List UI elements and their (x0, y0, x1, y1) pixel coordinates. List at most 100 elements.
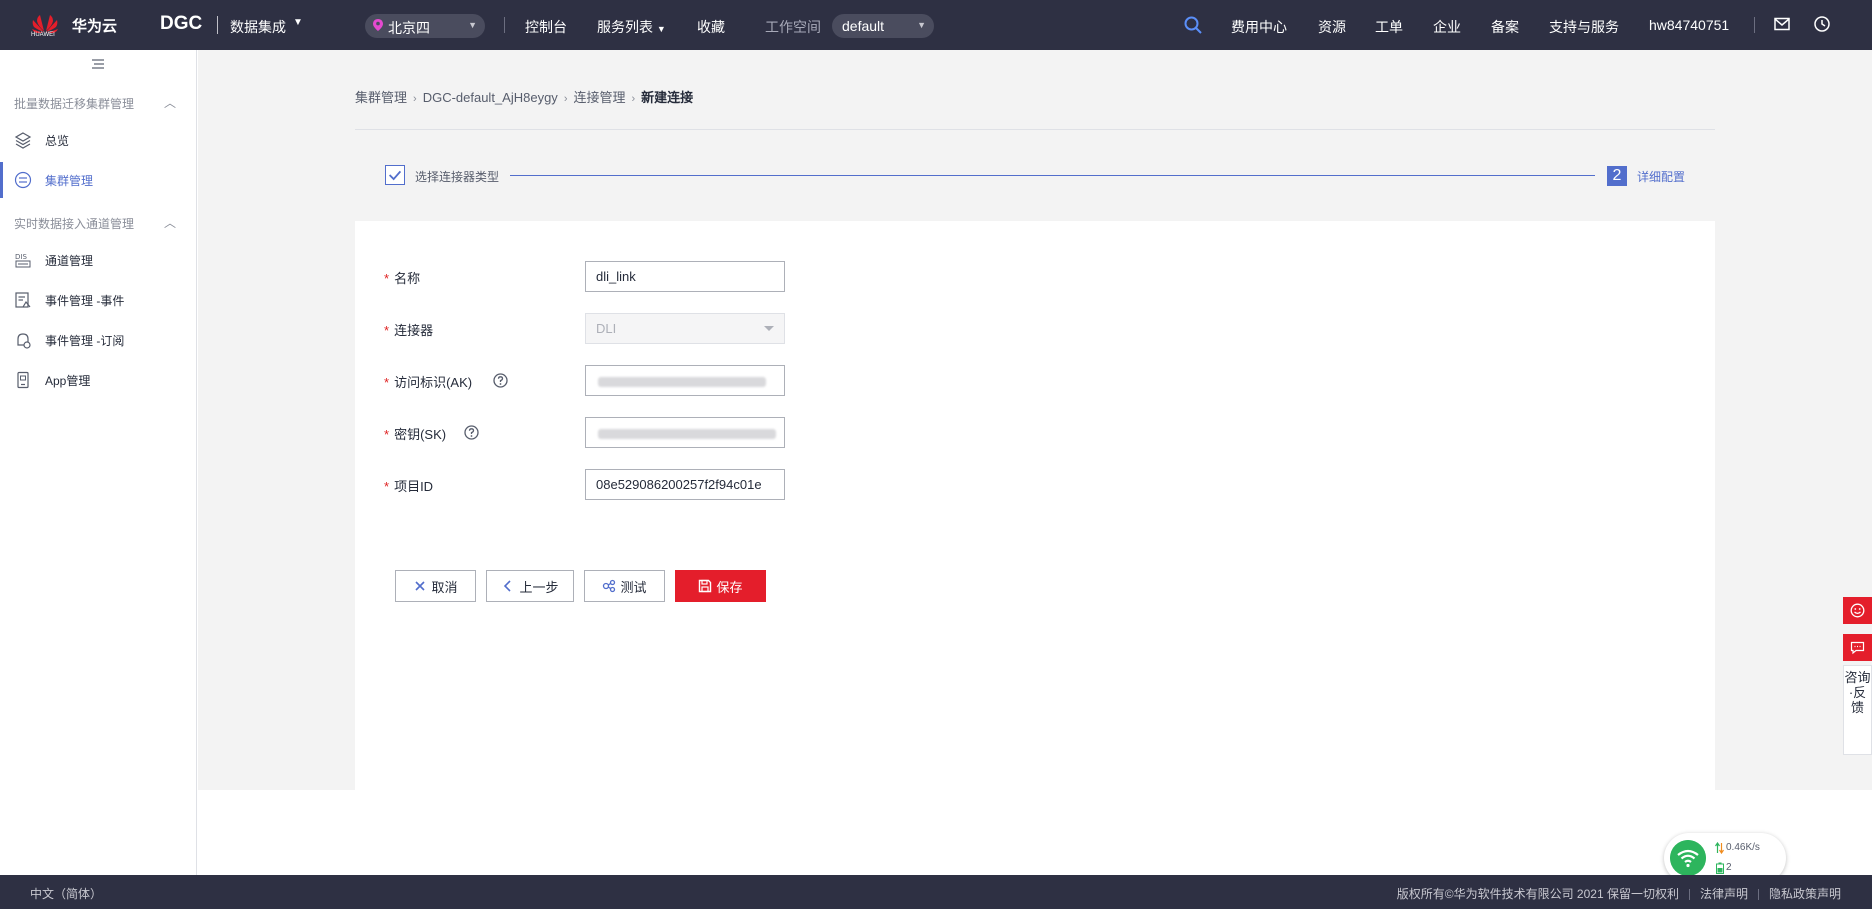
sidebar-item-cluster-management[interactable]: 集群管理 (0, 162, 196, 198)
step2-label: 详细配置 (1637, 170, 1686, 184)
workspace-selector[interactable]: default ▼ (832, 14, 934, 38)
smile-icon (1850, 603, 1865, 618)
ak-label: * 访问标识(AK) (384, 372, 472, 391)
menu-collapse-icon[interactable] (92, 59, 104, 69)
smile-service-button[interactable] (1843, 597, 1872, 624)
caret-down-icon[interactable]: ▼ (293, 17, 303, 28)
chat-service-button[interactable] (1843, 634, 1872, 661)
required-mark: * (384, 375, 390, 390)
breadcrumb-cluster-name[interactable]: DGC-default_AjH8eygy (423, 90, 558, 105)
footer-divider (1757, 889, 1759, 901)
chevron-up-icon[interactable]: ︿ (164, 94, 176, 111)
chat-bubble-icon (1850, 641, 1865, 655)
nav-service-list[interactable]: 服务列表 ▼ (597, 17, 666, 37)
save-button[interactable]: 保存 (675, 570, 766, 602)
region-selector[interactable]: 北京四 ▼ (365, 14, 485, 38)
step-indicator: 选择连接器类型 2 详细配置 (385, 165, 1690, 187)
nav-divider (1754, 17, 1755, 33)
chevron-right-icon: › (631, 93, 636, 105)
nav-console[interactable]: 控制台 (525, 17, 567, 37)
chevron-right-icon: › (413, 93, 417, 105)
save-disk-icon (699, 579, 712, 593)
top-navigation-bar: HUAWEI 华为云 DGC 数据集成 ▼ 北京四 ▼ 控制台 服务列表 ▼ 收… (0, 0, 1872, 50)
nav-enterprise[interactable]: 企业 (1433, 17, 1461, 37)
name-label: * 名称 (384, 268, 420, 287)
cancel-button-label: 取消 (431, 579, 458, 595)
network-count: 2 (1726, 862, 1732, 873)
layers-icon (14, 132, 32, 149)
event-list-icon (15, 292, 31, 308)
sidebar-item-app-management[interactable]: App管理 (0, 362, 196, 398)
caret-down-icon: ▼ (917, 20, 926, 30)
close-icon (415, 581, 426, 591)
step-complete-check-icon (385, 165, 405, 185)
nav-icp[interactable]: 备案 (1491, 17, 1519, 37)
legal-link[interactable]: 法律声明 (1700, 885, 1748, 902)
chevron-up-icon[interactable]: ︿ (164, 214, 176, 231)
connector-value: DLI (596, 321, 617, 336)
sidebar: 批量数据迁移集群管理 ︿ 总览 集群管理 实时数据接入通道管理 ︿ DIS 通道… (0, 50, 197, 875)
mobile-app-icon (17, 371, 29, 389)
nav-favorites[interactable]: 收藏 (697, 17, 725, 37)
nav-billing-center[interactable]: 费用中心 (1231, 17, 1287, 37)
sidebar-item-overview[interactable]: 总览 (0, 122, 196, 158)
breadcrumb-link-management[interactable]: 连接管理 (573, 87, 625, 106)
sidebar-group-batch-migration[interactable]: 批量数据迁移集群管理 (14, 95, 134, 112)
service-divider (217, 16, 218, 34)
username[interactable]: hw84740751 (1649, 17, 1729, 33)
form-panel (355, 221, 1715, 790)
service-name[interactable]: DGC (160, 13, 202, 35)
nav-support[interactable]: 支持与服务 (1549, 17, 1619, 37)
connector-select: DLI (585, 313, 785, 344)
name-input[interactable]: dli_link (585, 261, 785, 292)
connector-label-text: 连接器 (394, 323, 434, 338)
sidebar-item-event-subscriptions[interactable]: 事件管理 -订阅 (0, 322, 196, 358)
required-mark: * (384, 479, 390, 494)
previous-step-button[interactable]: 上一步 (486, 570, 574, 602)
help-icon[interactable] (464, 425, 479, 440)
sk-label-text: 密钥(SK) (394, 427, 447, 442)
sidebar-item-event-events[interactable]: 事件管理 -事件 (0, 282, 196, 318)
sidebar-item-label: 总览 (45, 134, 70, 148)
module-selector[interactable]: 数据集成 (230, 17, 286, 37)
project-id-input[interactable]: 08e529086200257f2f94c01e (585, 469, 785, 500)
cancel-button[interactable]: 取消 (395, 570, 476, 602)
sidebar-group-realtime-access[interactable]: 实时数据接入通道管理 (14, 215, 134, 232)
chevron-left-icon (504, 580, 512, 592)
brand-name[interactable]: 华为云 (72, 15, 117, 36)
ak-input[interactable] (585, 365, 785, 396)
sidebar-item-label: 事件管理 -订阅 (45, 334, 125, 348)
search-icon[interactable] (1184, 16, 1202, 34)
network-speed: 0.46K/s (1726, 842, 1760, 853)
privacy-link[interactable]: 隐私政策声明 (1769, 885, 1841, 902)
step2-number: 2 (1607, 166, 1627, 186)
caret-down-icon: ▼ (656, 24, 666, 34)
nav-divider (504, 17, 505, 33)
breadcrumb-current: 新建连接 (641, 90, 694, 105)
workspace-value: default (842, 18, 885, 34)
sidebar-item-label: 事件管理 -事件 (45, 294, 125, 308)
consult-feedback-button[interactable]: 咨询·反馈 (1843, 665, 1872, 755)
chevron-right-icon: › (563, 93, 568, 105)
sidebar-item-channel-management[interactable]: DIS 通道管理 (0, 242, 196, 278)
help-icon[interactable] (493, 373, 508, 388)
sk-input[interactable] (585, 417, 785, 448)
updown-arrows-icon (1715, 842, 1724, 854)
nav-resources[interactable]: 资源 (1318, 17, 1346, 37)
battery-icon (1716, 862, 1724, 874)
connection-test-icon (603, 579, 616, 593)
caret-down-icon: ▼ (468, 20, 477, 30)
brand-sub-text: HUAWEI (31, 32, 55, 38)
test-button[interactable]: 测试 (584, 570, 665, 602)
clock-icon[interactable] (1813, 15, 1831, 33)
masked-sk-value (598, 429, 776, 439)
ak-label-text: 访问标识(AK) (394, 375, 473, 390)
sidebar-item-label: 通道管理 (45, 254, 94, 268)
svg-text:DIS: DIS (15, 253, 27, 261)
breadcrumb: 集群管理 › DGC-default_AjH8eygy › 连接管理 › 新建连接 (355, 87, 693, 106)
mail-icon[interactable] (1773, 15, 1791, 33)
language-selector[interactable]: 中文（简体） (30, 885, 102, 902)
nav-tickets[interactable]: 工单 (1375, 17, 1403, 37)
breadcrumb-cluster-management[interactable]: 集群管理 (355, 87, 407, 106)
workspace-label: 工作空间 (765, 19, 821, 35)
